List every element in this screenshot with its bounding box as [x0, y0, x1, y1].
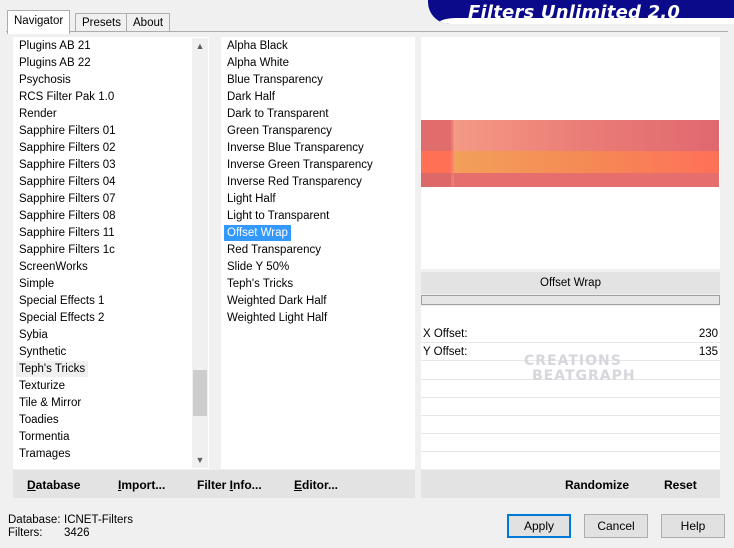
status-database: Database: ICNET-Filters [8, 514, 133, 526]
filter-item[interactable]: Teph's Tricks [224, 276, 296, 292]
row-divider [421, 397, 720, 398]
filter-item[interactable]: Dark Half [224, 89, 278, 105]
progress-bar [421, 295, 720, 305]
editor-button[interactable]: Editor... [294, 478, 338, 492]
filter-item[interactable]: Alpha White [224, 55, 292, 71]
category-item[interactable]: Plugins AB 21 [16, 38, 94, 54]
category-item[interactable]: Sapphire Filters 07 [16, 191, 119, 207]
filter-info-button[interactable]: Filter Info... [197, 478, 262, 492]
tab-divider [6, 31, 728, 32]
filter-item[interactable]: Slide Y 50% [224, 259, 292, 275]
category-item[interactable]: Sapphire Filters 11 [16, 225, 118, 241]
filter-item[interactable]: Inverse Blue Transparency [224, 140, 367, 156]
category-item[interactable]: ScreenWorks [16, 259, 91, 275]
category-item[interactable]: Texturize [16, 378, 68, 394]
category-scrollbar[interactable]: ▲ ▼ [192, 38, 208, 468]
watermark-line: BEATGRAPH [532, 368, 636, 384]
filter-item[interactable]: Green Transparency [224, 123, 335, 139]
category-item[interactable]: Psychosis [16, 72, 74, 88]
param-label: Y Offset: [423, 346, 468, 358]
title-banner: Filters Unlimited 2.0 [428, 0, 734, 24]
status-value: 3426 [64, 527, 90, 539]
param-label: X Offset: [423, 328, 468, 340]
scroll-thumb[interactable] [193, 370, 207, 416]
tab-presets[interactable]: Presets [75, 13, 128, 32]
tab-about[interactable]: About [126, 13, 171, 32]
param-value: 135 [698, 346, 718, 358]
category-item[interactable]: Tormentia [16, 429, 73, 445]
category-item[interactable]: Sapphire Filters 08 [16, 208, 119, 224]
category-item[interactable]: Special Effects 1 [16, 293, 107, 309]
filter-item[interactable]: Red Transparency [224, 242, 324, 258]
row-divider [421, 415, 720, 416]
category-item[interactable]: Render [16, 106, 60, 122]
filter-item[interactable]: Weighted Light Half [224, 310, 330, 326]
status-label: Database: [8, 514, 61, 526]
status-label: Filters: [8, 527, 43, 539]
filter-name-bar: Offset Wrap [421, 272, 720, 294]
help-button[interactable]: Help [661, 514, 725, 538]
category-item[interactable]: Tile & Mirror [16, 395, 84, 411]
filter-item[interactable]: Offset Wrap [224, 225, 291, 241]
category-item[interactable]: Toadies [16, 412, 62, 428]
watermark-logo: CREATIONS BEATGRAPH [514, 354, 654, 390]
category-item[interactable]: Synthetic [16, 344, 69, 360]
filter-item[interactable]: Dark to Transparent [224, 106, 332, 122]
reset-button[interactable]: Reset [664, 478, 697, 492]
filter-item[interactable]: Alpha Black [224, 38, 291, 54]
randomize-button[interactable]: Randomize [565, 478, 629, 492]
category-item[interactable]: RCS Filter Pak 1.0 [16, 89, 117, 105]
category-list[interactable]: Plugins AB 21 Plugins AB 22 Psychosis RCS F… [13, 37, 209, 469]
param-x-offset[interactable]: X Offset: 230 [421, 326, 720, 343]
category-item[interactable]: Sapphire Filters 04 [16, 174, 119, 190]
category-item[interactable]: Special Effects 2 [16, 310, 107, 326]
filter-item[interactable]: Light to Transparent [224, 208, 332, 224]
filter-item[interactable]: Light Half [224, 191, 279, 207]
cancel-button[interactable]: Cancel [584, 514, 648, 538]
status-value: ICNET-Filters [64, 514, 133, 526]
status-filters: Filters: 3426 [8, 527, 90, 539]
watermark-line: CREATIONS [524, 353, 622, 369]
category-item[interactable]: Sapphire Filters 02 [16, 140, 119, 156]
import-button[interactable]: Import... [118, 478, 165, 492]
category-item[interactable]: Sapphire Filters 1c [16, 242, 118, 258]
filter-item[interactable]: Inverse Red Transparency [224, 174, 365, 190]
row-divider [421, 433, 720, 434]
filter-item[interactable]: Inverse Green Transparency [224, 157, 376, 173]
category-item[interactable]: Plugins AB 22 [16, 55, 94, 71]
scroll-up-icon[interactable]: ▲ [192, 38, 208, 54]
scroll-down-icon[interactable]: ▼ [192, 452, 208, 468]
apply-button[interactable]: Apply [507, 514, 571, 538]
filter-list[interactable]: Alpha Black Alpha White Blue Transparency D… [221, 37, 415, 469]
category-item[interactable]: Sybia [16, 327, 51, 343]
param-value: 230 [698, 328, 718, 340]
category-item[interactable]: Simple [16, 276, 57, 292]
row-divider [421, 451, 720, 452]
category-item[interactable]: Sapphire Filters 03 [16, 157, 119, 173]
filter-item[interactable]: Blue Transparency [224, 72, 326, 88]
app-title: Filters Unlimited 2.0 [468, 2, 681, 23]
category-item[interactable]: Tramages [16, 446, 73, 462]
category-item[interactable]: Sapphire Filters 01 [16, 123, 119, 139]
database-button[interactable]: Database [27, 478, 80, 492]
tab-navigator[interactable]: Navigator [7, 10, 71, 34]
preview-image [421, 120, 719, 187]
filter-item[interactable]: Weighted Dark Half [224, 293, 330, 309]
category-item[interactable]: Teph's Tricks [16, 361, 89, 377]
